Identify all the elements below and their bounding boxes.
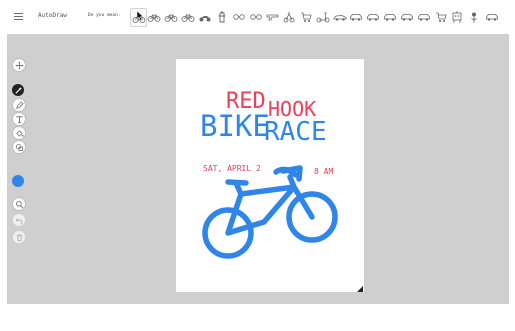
suggestion-bicycle-icon[interactable]	[163, 8, 178, 25]
motorbike-icon	[199, 15, 210, 21]
shape-icon	[15, 143, 23, 151]
car-icon	[400, 13, 413, 21]
glasses-icon	[249, 13, 262, 20]
undo-tool[interactable]	[12, 213, 26, 227]
hydrant-icon	[218, 11, 225, 22]
suggestions-label: Do you mean:	[88, 13, 121, 18]
hamburger-menu-icon[interactable]	[14, 13, 23, 20]
car-icon	[417, 13, 430, 21]
suggestion-car-icon[interactable]	[382, 8, 397, 25]
suggestion-motorbike-icon[interactable]	[197, 8, 212, 25]
undo-icon	[15, 217, 22, 224]
suggestion-bicycle-icon[interactable]	[146, 8, 161, 25]
delete-tool[interactable]	[12, 230, 26, 244]
suggestion-bicycle-icon[interactable]	[180, 8, 195, 25]
car-icon	[366, 13, 379, 21]
draw-tool[interactable]	[12, 98, 26, 112]
move-arrows-icon	[14, 60, 24, 70]
suggestion-scooter-icon[interactable]	[315, 8, 330, 25]
robot-icon	[452, 10, 461, 23]
suggestion-sports-car-icon[interactable]	[332, 8, 347, 25]
scooter-icon	[316, 12, 329, 22]
color-swatch-icon[interactable]	[12, 175, 24, 187]
glasses-icon	[232, 13, 245, 20]
fill-tool[interactable]	[12, 126, 26, 140]
resize-handle-icon[interactable]	[357, 286, 363, 292]
bicycle-illustration-icon	[202, 165, 338, 259]
zoom-tool[interactable]	[12, 197, 26, 211]
suggestion-robot-icon[interactable]	[449, 8, 464, 25]
autodraw-tool[interactable]	[12, 84, 24, 96]
suggestion-hydrant-icon[interactable]	[214, 8, 229, 25]
suggestion-gun-icon[interactable]	[265, 8, 280, 25]
tricycle-icon	[283, 12, 294, 22]
app-title: AutoDraw	[38, 12, 67, 19]
type-tool[interactable]	[12, 112, 26, 126]
bicycle-icon	[147, 14, 160, 22]
top-toolbar: AutoDraw Do you mean:	[0, 0, 515, 34]
pencil-icon	[15, 100, 24, 109]
fill-bucket-icon	[15, 129, 24, 137]
suggestion-flower-icon[interactable]	[466, 8, 481, 25]
suggestion-car-icon[interactable]	[399, 8, 414, 25]
zoom-icon	[15, 200, 23, 208]
cart-icon	[300, 12, 312, 22]
suggestion-car-icon[interactable]	[416, 8, 431, 25]
type-icon	[15, 115, 23, 123]
flower-icon	[470, 12, 477, 23]
suggestion-tricycle-icon[interactable]	[281, 8, 296, 25]
poster-artboard[interactable]: RED HOOK BIKE RACE SAT, APRIL 2 8 AM	[176, 59, 364, 292]
move-tool[interactable]	[12, 58, 26, 72]
suggestion-cart-icon[interactable]	[298, 8, 313, 25]
gun-icon	[266, 14, 278, 20]
trash-icon	[16, 233, 22, 241]
suggestion-cart-icon[interactable]	[433, 8, 448, 25]
car-icon	[383, 13, 396, 21]
suggestion-glasses-icon[interactable]	[231, 8, 246, 25]
bicycle-icon	[181, 14, 194, 22]
mouse-cursor-icon	[137, 11, 144, 21]
autodraw-wand-icon	[14, 86, 22, 94]
suggestion-car-icon[interactable]	[365, 8, 380, 25]
sports-car-icon	[333, 14, 346, 21]
cart-icon	[435, 12, 447, 22]
car-icon	[485, 13, 498, 21]
car-icon	[349, 13, 362, 21]
suggestion-car-icon[interactable]	[348, 8, 363, 25]
bicycle-icon	[164, 14, 177, 22]
suggestion-glasses-icon[interactable]	[248, 8, 263, 25]
suggestion-car-icon[interactable]	[484, 8, 499, 25]
shape-tool[interactable]	[12, 140, 26, 154]
